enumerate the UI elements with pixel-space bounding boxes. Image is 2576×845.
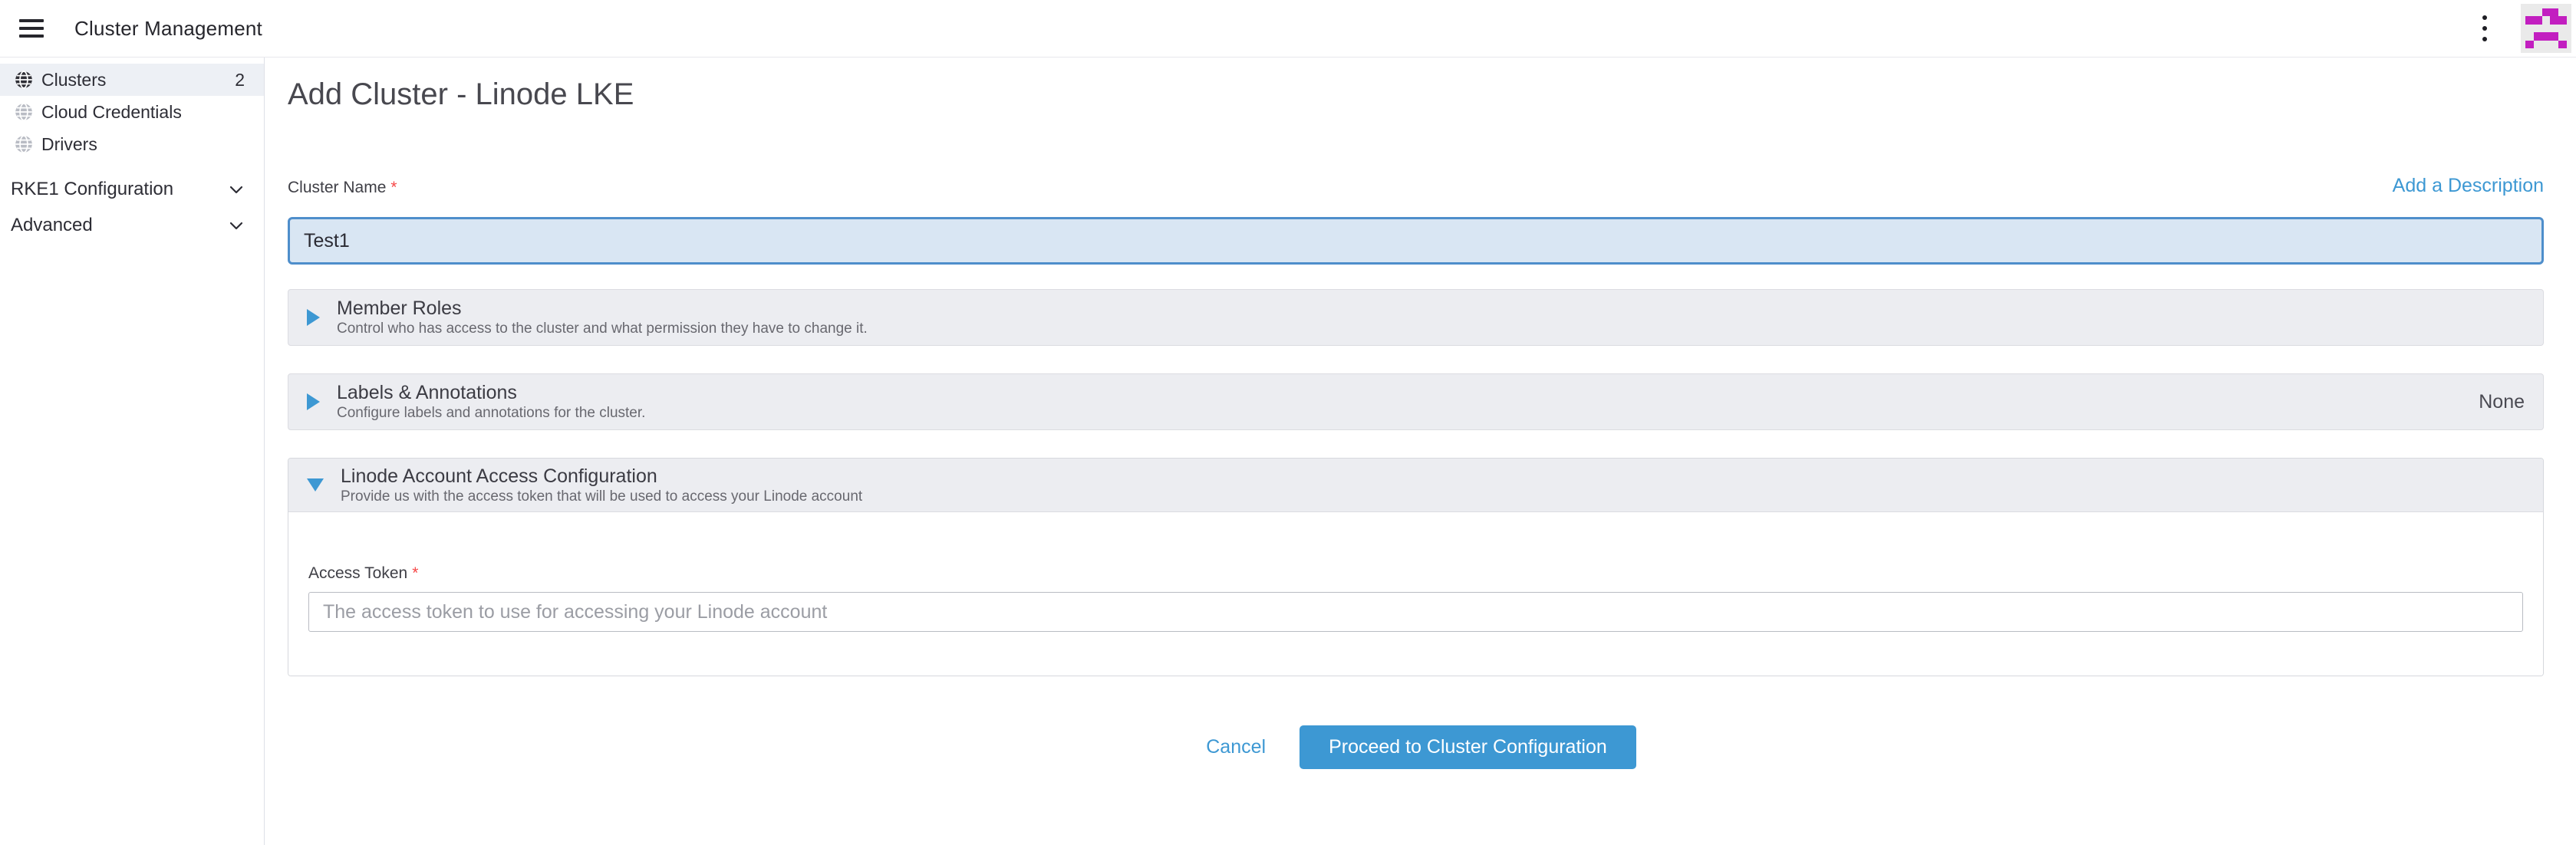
sidebar-item-label: Clusters <box>41 70 106 90</box>
page-body: Clusters 2 Cloud Credentials Drivers RKE… <box>0 58 2576 845</box>
cluster-name-label: Cluster Name* <box>288 179 397 197</box>
sidebar-group-advanced[interactable]: Advanced <box>0 207 264 243</box>
section-text: Member Roles Control who has access to t… <box>337 298 868 337</box>
section-linode-access-body: Access Token * <box>288 512 2543 676</box>
section-linode-access-header[interactable]: Linode Account Access Configuration Prov… <box>288 459 2543 512</box>
add-description-link[interactable]: Add a Description <box>2393 174 2544 197</box>
cancel-button[interactable]: Cancel <box>1195 736 1276 758</box>
sidebar-item-label: Cloud Credentials <box>41 102 182 123</box>
section-title: Linode Account Access Configuration <box>341 465 862 487</box>
section-text: Linode Account Access Configuration Prov… <box>341 465 862 505</box>
triangle-right-icon <box>307 309 320 326</box>
section-title: Member Roles <box>337 298 868 319</box>
globe-icon <box>14 102 34 122</box>
cluster-name-label-text: Cluster Name <box>288 179 386 196</box>
app-window: Cluster Management Clusters 2 Cloud Cred… <box>0 0 2576 845</box>
clusters-count-badge: 2 <box>235 70 245 90</box>
access-token-label-text: Access Token <box>308 564 407 582</box>
sidebar-group-label: Advanced <box>11 215 93 236</box>
sidebar-item-clusters[interactable]: Clusters 2 <box>0 64 264 96</box>
triangle-down-icon <box>307 478 324 492</box>
access-token-input[interactable] <box>308 592 2523 632</box>
access-token-label: Access Token * <box>308 564 418 582</box>
cluster-name-input[interactable] <box>288 217 2544 265</box>
sidebar-groups: RKE1 Configuration Advanced <box>0 171 264 243</box>
section-text: Labels & Annotations Configure labels an… <box>337 382 645 422</box>
proceed-to-cluster-configuration-button[interactable]: Proceed to Cluster Configuration <box>1300 725 1636 769</box>
sidebar-group-label: RKE1 Configuration <box>11 179 173 200</box>
chevron-down-icon <box>227 216 245 235</box>
sidebar: Clusters 2 Cloud Credentials Drivers RKE… <box>0 58 265 845</box>
section-subtitle: Control who has access to the cluster an… <box>337 321 868 337</box>
sidebar-item-drivers[interactable]: Drivers <box>0 128 264 160</box>
triangle-right-icon <box>307 393 320 410</box>
labels-summary-value: None <box>2479 391 2525 413</box>
globe-icon <box>14 70 34 90</box>
kebab-menu-icon[interactable] <box>2478 11 2492 46</box>
page-title: Cluster Management <box>74 17 262 41</box>
hamburger-menu-icon[interactable] <box>19 19 45 38</box>
globe-icon <box>14 134 34 154</box>
sidebar-item-cloud-credentials[interactable]: Cloud Credentials <box>0 96 264 128</box>
user-avatar[interactable] <box>2521 4 2571 53</box>
top-header: Cluster Management <box>0 0 2576 58</box>
chevron-down-icon <box>227 180 245 199</box>
page-heading: Add Cluster - Linode LKE <box>288 76 2544 113</box>
required-asterisk: * <box>390 179 397 196</box>
cluster-name-row: Cluster Name* Add a Description <box>288 174 2544 197</box>
section-subtitle: Provide us with the access token that wi… <box>341 488 862 505</box>
sidebar-group-rke1-configuration[interactable]: RKE1 Configuration <box>0 171 264 207</box>
sidebar-item-label: Drivers <box>41 134 97 155</box>
main-content: Add Cluster - Linode LKE Cluster Name* A… <box>265 58 2576 845</box>
section-title: Labels & Annotations <box>337 382 645 403</box>
section-labels-annotations[interactable]: Labels & Annotations Configure labels an… <box>288 373 2544 430</box>
section-subtitle: Configure labels and annotations for the… <box>337 405 645 422</box>
section-member-roles[interactable]: Member Roles Control who has access to t… <box>288 289 2544 346</box>
required-asterisk: * <box>412 564 418 582</box>
section-linode-access: Linode Account Access Configuration Prov… <box>288 458 2544 676</box>
footer-actions: Cancel Proceed to Cluster Configuration <box>288 725 2544 769</box>
